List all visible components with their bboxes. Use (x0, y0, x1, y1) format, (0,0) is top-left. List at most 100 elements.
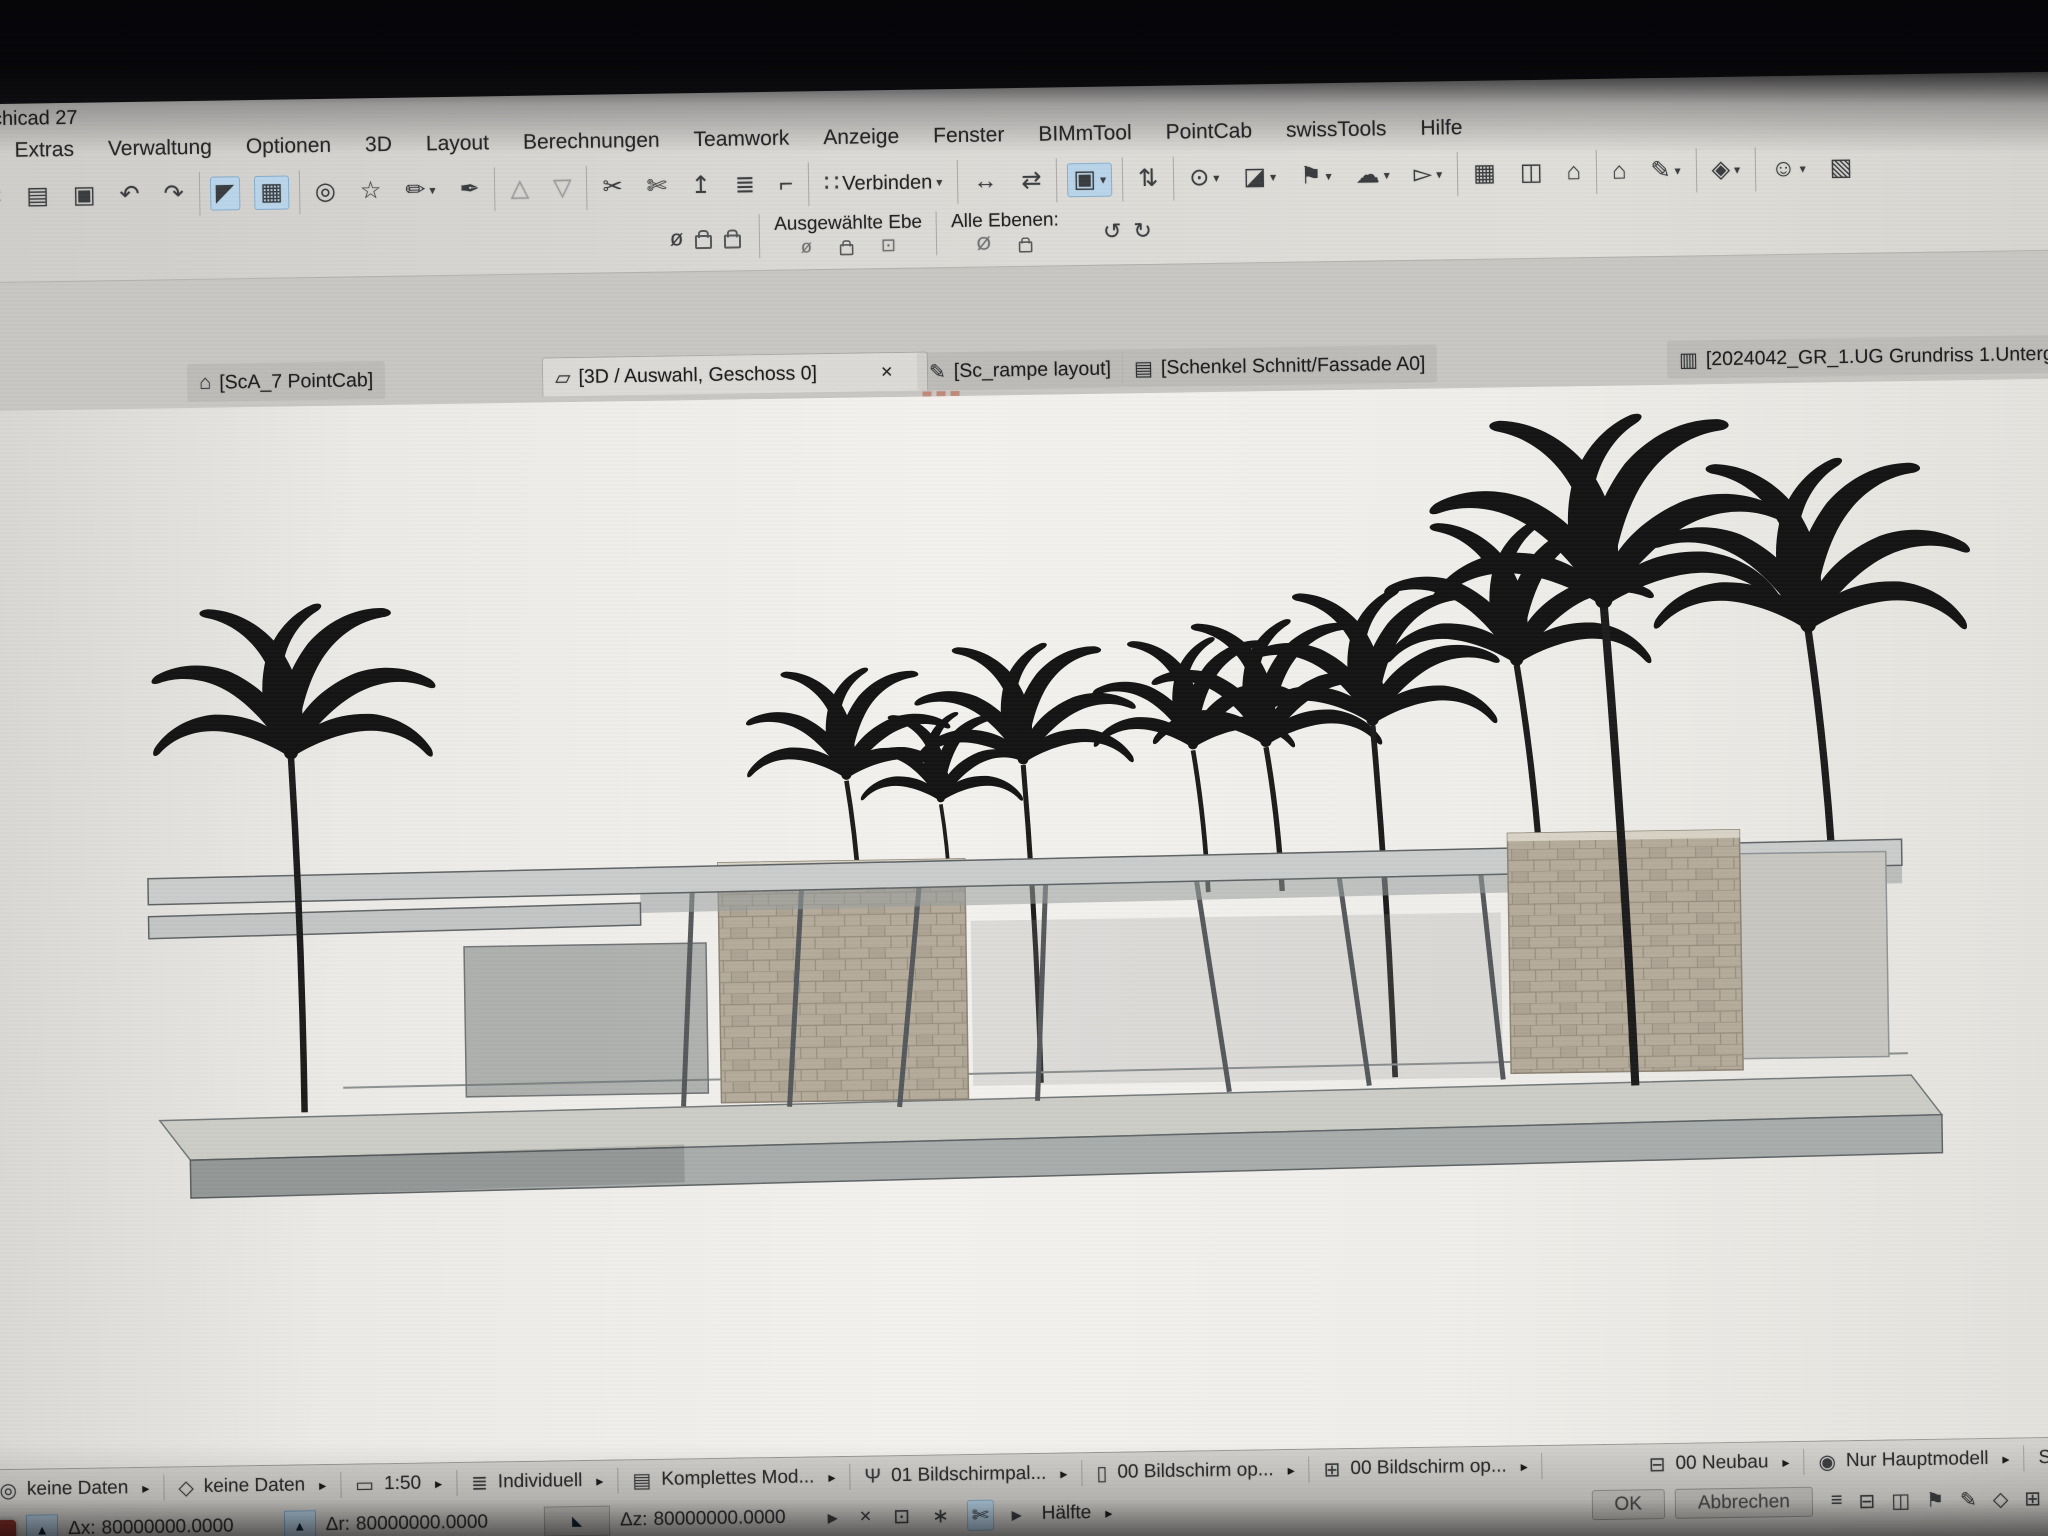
copy-icon[interactable]: ▤ (21, 180, 54, 213)
menu-verwaltung[interactable]: Verwaltung (108, 136, 212, 162)
statusbar-item-10[interactable]: ◉Nur Hauptmodell▸ (1818, 1446, 2009, 1474)
menu-3d[interactable]: 3D (365, 133, 392, 157)
dropdown-caret-icon[interactable]: ▾ (1436, 168, 1442, 180)
dropdown-caret-icon[interactable]: ▾ (1800, 163, 1806, 175)
statusbar-item-4[interactable]: ≣Individuell▸ (471, 1468, 604, 1495)
lock-layer-icon[interactable] (840, 244, 854, 255)
house-building-icon[interactable]: ⌂ (1561, 156, 1586, 188)
dropdown-caret-icon[interactable]: ▾ (1326, 170, 1332, 182)
dropdown-caret-icon[interactable]: ▾ (936, 176, 942, 188)
dropdown-caret-icon[interactable]: ▾ (1213, 172, 1219, 184)
cancel-small-icon[interactable]: × (855, 1503, 875, 1530)
trim-icon[interactable]: ✂ (597, 171, 628, 203)
camera-icon[interactable]: ⊙▾ (1184, 162, 1225, 195)
building-small-icon[interactable]: ◫ (1891, 1488, 1910, 1513)
menu-fenster[interactable]: Fenster (933, 123, 1005, 148)
tab-2[interactable]: ▱[3D / Auswahl, Geschoss 0]× (542, 351, 929, 396)
dropdown-caret-icon[interactable]: ▾ (1734, 164, 1740, 176)
rotate-right-icon[interactable]: ↻ (1133, 218, 1152, 244)
dropdown-caret-icon[interactable]: ▾ (429, 184, 435, 196)
barn-icon[interactable]: ⌂ (1607, 155, 1632, 187)
statusbar-item-9[interactable]: ⊟00 Neubau▸ (1649, 1450, 1790, 1477)
cancel-button[interactable]: Abbrechen (1675, 1487, 1813, 1519)
flyout-arrow-icon[interactable]: ▸ (596, 1472, 603, 1489)
flyout-arrow-icon[interactable]: ▸ (1060, 1465, 1067, 1482)
intersect-icon[interactable]: ≣ (730, 169, 761, 201)
haelfte-option[interactable]: Hälfte (1041, 1502, 1091, 1525)
menu-teamwork[interactable]: Teamwork (693, 127, 789, 153)
redo-icon[interactable]: ↷ (158, 178, 189, 210)
tab-5[interactable]: ▥[2024042_GR_1.UG Grundriss 1.Unterges..… (1667, 335, 2048, 379)
statusbar-item-5[interactable]: ▤Komplettes Mod...▸ (632, 1465, 835, 1493)
flyout-arrow-icon[interactable]: ▸ (1782, 1454, 1789, 1471)
solid-cube-icon[interactable]: ◈▾ (1706, 154, 1745, 187)
arrow-tool-icon[interactable]: ◤ (210, 176, 241, 210)
menu-berechnungen[interactable]: Berechnungen (523, 129, 660, 155)
statusbar-item-6[interactable]: Ψ01 Bildschirmpal...▸ (864, 1462, 1067, 1488)
sparkle-icon[interactable]: ∗ (928, 1501, 953, 1530)
publish-icon[interactable]: ▻▾ (1408, 158, 1447, 191)
minus-box-icon[interactable]: ⊟ (1858, 1488, 1875, 1513)
unlock-icon[interactable] (724, 234, 741, 248)
split-icon[interactable]: ✄ (641, 170, 672, 202)
flyout-arrow-icon[interactable]: ▸ (1288, 1461, 1295, 1478)
ok-button[interactable]: OK (1591, 1489, 1665, 1520)
scissors-active-icon[interactable]: ✄ (967, 1499, 994, 1530)
person-icon[interactable]: ☺▾ (1766, 153, 1811, 186)
plus-box-icon[interactable]: ⊞ (2024, 1486, 2041, 1511)
display-options-icon[interactable]: ▣▾ (1067, 163, 1112, 198)
menu-bimmtool[interactable]: BIMmTool (1038, 121, 1132, 146)
statusbar-item-3[interactable]: ▭1:50▸ (355, 1471, 442, 1497)
lock-icon[interactable] (695, 234, 712, 248)
delta-x-readout[interactable]: Δx:80000000.0000 (68, 1516, 234, 1536)
x-axis-button[interactable]: ▲ (26, 1514, 58, 1536)
building-icon[interactable]: ◫ (1515, 157, 1548, 190)
pointer-small-icon[interactable]: ▸ (823, 1502, 842, 1531)
previous-icon[interactable]: △ (505, 173, 534, 205)
image-icon[interactable]: ◪▾ (1238, 161, 1281, 194)
menu-hilfe[interactable]: Hilfe (1420, 116, 1462, 141)
statusbar-item-1[interactable]: ◎keine Daten▸ (0, 1475, 150, 1502)
layer-state-icon[interactable]: ⊡ (881, 235, 896, 256)
dimension-icon[interactable]: ↔ (968, 165, 1002, 198)
menu-optionen[interactable]: Optionen (246, 134, 332, 159)
show-hide-eye-icon[interactable]: ø (670, 225, 684, 251)
statusbar-item-8[interactable]: ⊞00 Bildschirm op...▸ (1323, 1454, 1527, 1482)
parameter-inject-icon[interactable]: ✒ (454, 173, 485, 205)
menu-pointcab[interactable]: PointCab (1166, 119, 1253, 144)
pencil-small-icon[interactable]: ✎ (1960, 1487, 1977, 1512)
rotate-left-icon[interactable]: ↺ (1103, 218, 1122, 244)
menu-layout[interactable]: Layout (426, 131, 489, 156)
hide-layer-icon[interactable]: ø (801, 236, 812, 257)
bank-building-icon[interactable]: ▦ (1468, 157, 1501, 190)
tab-3[interactable]: ✎[Sc_rampe layout] (917, 349, 1124, 390)
dropdown-caret-icon[interactable]: ▾ (1270, 171, 1276, 183)
dimension-stretch-icon[interactable]: ⇄ (1016, 165, 1047, 197)
tab-1[interactable]: ⌂[ScA_7 PointCab] (187, 361, 386, 402)
tab-4[interactable]: ▤[Schenkel Schnitt/Fassade A0] (1122, 344, 1438, 387)
statusbar-item-11[interactable]: Sch (2038, 1447, 2048, 1470)
flag-small-icon[interactable]: ⚑ (1926, 1487, 1944, 1512)
dropdown-caret-icon[interactable]: ▾ (1675, 165, 1681, 177)
flyout-arrow-icon[interactable]: ▸ (828, 1469, 835, 1486)
delta-z-readout[interactable]: Δz:80000000.0000 (620, 1507, 786, 1532)
connect-icon[interactable]: ∷Verbinden▾ (819, 166, 948, 200)
section-fill-icon[interactable]: ▧ (1824, 152, 1857, 185)
delta-r-readout[interactable]: Δr:80000000.0000 (326, 1512, 489, 1536)
flyout-arrow-icon[interactable]: ▸ (2002, 1450, 2009, 1467)
dropdown-caret-icon[interactable]: ▾ (1384, 169, 1390, 181)
navigate-arrows-icon[interactable]: ⇅ (1133, 163, 1164, 195)
flyout-arrow-icon[interactable]: ▸ (1521, 1458, 1528, 1475)
tab-close-icon[interactable]: × (881, 361, 893, 384)
undo-icon[interactable]: ↶ (114, 179, 145, 211)
menu-anzeige[interactable]: Anzeige (823, 125, 899, 150)
favorites-icon[interactable]: ☆ (355, 175, 387, 207)
viewport-3d[interactable] (0, 379, 2048, 1470)
pen-tools-icon[interactable]: ✎▾ (1645, 155, 1686, 188)
next-icon[interactable]: ▽ (548, 172, 577, 204)
box-option-icon[interactable]: ⊡ (889, 1501, 914, 1530)
menu-extras[interactable]: Extras (14, 138, 74, 163)
cloud-icon[interactable]: ☁▾ (1350, 159, 1395, 192)
statusbar-item-2[interactable]: ◇keine Daten▸ (178, 1473, 326, 1500)
adjust-icon[interactable]: ↥ (686, 170, 717, 202)
